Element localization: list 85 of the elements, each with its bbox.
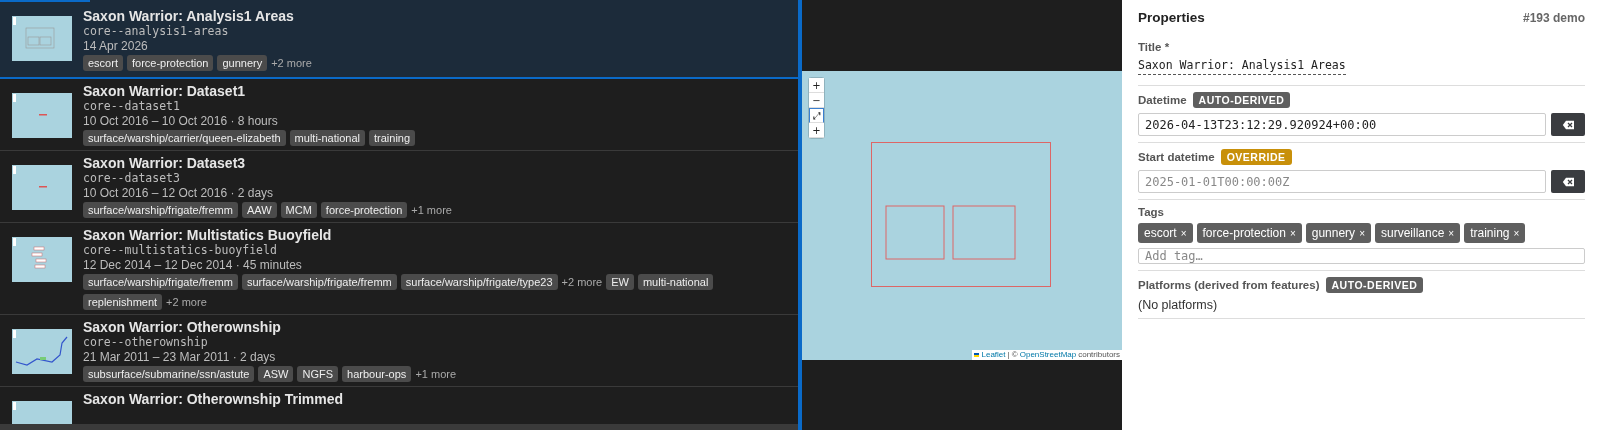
map-thumbnail bbox=[12, 93, 72, 138]
tag[interactable]: MCM bbox=[280, 202, 317, 218]
more-tags-count: +1 more bbox=[411, 204, 452, 216]
more-tags-count: +2 more bbox=[561, 276, 603, 288]
tag-label: force-protection bbox=[1202, 226, 1286, 240]
tag[interactable]: multi-national bbox=[289, 130, 366, 146]
openstreetmap-link[interactable]: OpenStreetMap bbox=[1019, 350, 1077, 360]
more-tags-count: +2 more bbox=[166, 296, 207, 308]
status-badge: AUTO-DERIVED bbox=[1192, 92, 1291, 108]
dataset-row[interactable]: Saxon Warrior: Analysis1 Areas core--analysis1-areas 14 Apr 2026 escort force-protection gunnery +2 more bbox=[0, 0, 798, 79]
tag[interactable]: surface/warship/frigate/fremm bbox=[241, 274, 397, 290]
tag[interactable]: surface/warship/carrier/queen-elizabeth bbox=[83, 130, 286, 146]
dataset-title: Saxon Warrior: Otherownship bbox=[83, 319, 282, 335]
datetime-field[interactable]: 2026-04-13T23:12:29.920924+00:00 bbox=[1138, 113, 1546, 136]
tag[interactable]: subsurface/submarine/ssn/astute bbox=[83, 366, 255, 382]
dataset-date: 14 Apr 2026 bbox=[83, 39, 149, 54]
dataset-slug: core--dataset3 bbox=[83, 171, 181, 186]
tag[interactable]: AAW bbox=[241, 202, 277, 218]
clear-icon bbox=[1561, 119, 1575, 130]
remove-tag-button[interactable]: × bbox=[1359, 227, 1365, 239]
title-field[interactable]: Saxon Warrior: Analysis1 Areas bbox=[1138, 58, 1346, 75]
tag-label: gunnery bbox=[1311, 226, 1356, 240]
tag[interactable]: surface/warship/frigate/type23 bbox=[400, 274, 558, 290]
attribution-text: contributors bbox=[1078, 350, 1120, 360]
tag[interactable]: EW bbox=[606, 274, 634, 290]
map-thumbnail bbox=[12, 237, 72, 282]
leaflet-link[interactable]: Leaflet bbox=[981, 350, 1006, 360]
flag-icon bbox=[974, 353, 980, 357]
field-label: Start datetime bbox=[1138, 151, 1215, 163]
remove-tag-button[interactable]: × bbox=[1448, 227, 1455, 239]
dataset-title: Saxon Warrior: Otherownship Trimmed bbox=[83, 391, 344, 407]
clear-icon bbox=[1561, 176, 1575, 187]
status-badge: OVERRIDE bbox=[1220, 149, 1292, 165]
tag[interactable]: ASW bbox=[258, 366, 294, 382]
tag[interactable]: force-protection bbox=[320, 202, 408, 218]
field-label: Title * bbox=[1138, 41, 1171, 53]
tag[interactable]: gunnery bbox=[217, 55, 268, 71]
datetime-field[interactable]: 2025-01-01T00:00:00Z bbox=[1138, 170, 1546, 193]
map[interactable]: + − ⤢ + Leaflet | © OpenStreetMap contributors bbox=[802, 71, 1122, 360]
tag[interactable]: force-protection bbox=[126, 55, 214, 71]
add-tag-field[interactable]: Add tag… bbox=[1138, 248, 1585, 264]
clear-button[interactable] bbox=[1551, 170, 1585, 193]
status-badge: AUTO-DERIVED bbox=[1325, 277, 1424, 293]
dataset-slug: core--multistatics-buoyfield bbox=[83, 243, 278, 258]
tag[interactable]: surface/warship/frigate/fremm bbox=[83, 202, 238, 218]
tag[interactable]: surface/warship/frigate/fremm bbox=[83, 274, 238, 290]
map-thumbnail bbox=[12, 329, 72, 374]
map-thumbnail bbox=[12, 16, 72, 61]
tag[interactable]: multi-national bbox=[637, 274, 714, 290]
dataset-slug: core--otherownship bbox=[83, 335, 209, 350]
tag-label: escort bbox=[1144, 226, 1177, 240]
tag[interactable]: replenishment bbox=[83, 294, 163, 310]
dataset-title: Saxon Warrior: Multistatics Buoyfield bbox=[83, 227, 333, 243]
remove-tag-button[interactable]: × bbox=[1513, 227, 1520, 239]
tag-label: surveillance bbox=[1380, 226, 1445, 240]
map-control-button[interactable]: ⤢ bbox=[809, 108, 824, 123]
dataset-slug: core--analysis1-areas bbox=[83, 24, 230, 39]
tag[interactable]: harbour-ops bbox=[342, 366, 412, 382]
tag[interactable]: escort bbox=[83, 55, 123, 71]
panel-heading: Properties bbox=[1138, 10, 1205, 25]
dataset-title: Saxon Warrior: Dataset1 bbox=[83, 83, 247, 99]
dataset-slug: core--dataset1 bbox=[83, 99, 181, 114]
field-label: Platforms (derived from features) bbox=[1138, 279, 1320, 291]
tag-label: training bbox=[1470, 226, 1510, 240]
remove-tag-button[interactable]: × bbox=[1289, 227, 1296, 239]
map-thumbnail bbox=[12, 165, 72, 210]
dataset-date: 21 Mar 2011 – 23 Mar 2011 · 2 days bbox=[83, 350, 277, 365]
map-control-button[interactable]: + bbox=[809, 78, 824, 93]
dataset-title: Saxon Warrior: Analysis1 Areas bbox=[83, 8, 295, 24]
tag[interactable]: NGFS bbox=[297, 366, 339, 382]
tag[interactable]: training bbox=[369, 130, 416, 146]
more-tags-count: +2 more bbox=[271, 57, 312, 69]
field-label: Datetime bbox=[1138, 94, 1187, 106]
dataset-date: 12 Dec 2014 – 12 Dec 2014 · 45 minutes bbox=[83, 258, 303, 273]
field-label: Tags bbox=[1138, 206, 1165, 218]
dataset-date: 10 Oct 2016 – 10 Oct 2016 · 8 hours bbox=[83, 114, 279, 129]
remove-tag-button[interactable]: × bbox=[1180, 227, 1187, 239]
record-id: #193 demo bbox=[1522, 10, 1585, 25]
scrollbar[interactable] bbox=[0, 424, 798, 430]
dataset-title: Saxon Warrior: Dataset3 bbox=[83, 155, 247, 171]
attribution-separator: | © bbox=[1007, 350, 1018, 360]
clear-button[interactable] bbox=[1551, 113, 1585, 136]
dataset-date: 10 Oct 2016 – 12 Oct 2016 · 2 days bbox=[83, 186, 275, 201]
platforms-value: (No platforms) bbox=[1138, 298, 1219, 312]
more-tags-count: +1 more bbox=[415, 368, 457, 380]
